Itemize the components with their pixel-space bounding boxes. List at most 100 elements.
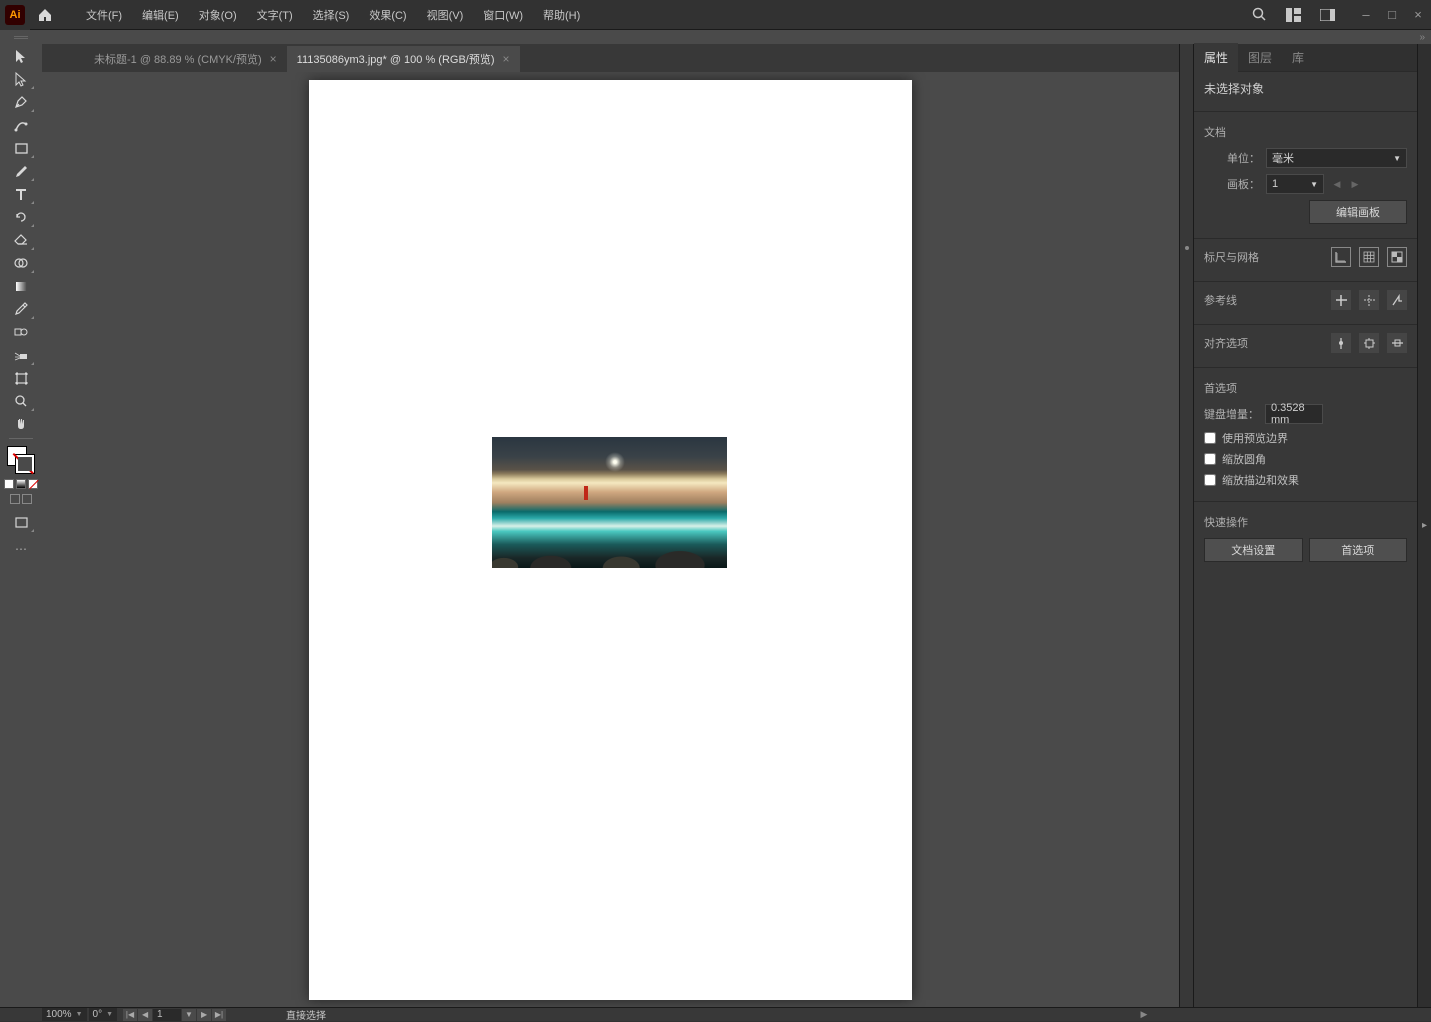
zoom-tool[interactable] [7, 390, 35, 412]
control-bar-expand[interactable]: » [1419, 32, 1425, 43]
preferences-button[interactable]: 首选项 [1309, 538, 1408, 562]
no-selection-section: 未选择对象 [1194, 72, 1417, 112]
shape-builder-tool[interactable] [7, 252, 35, 274]
search-icon[interactable] [1247, 3, 1271, 27]
scroll-right-icon[interactable]: ▶ [1137, 1009, 1151, 1020]
align-label: 对齐选项 [1204, 335, 1248, 351]
first-artboard-button[interactable]: |◀ [123, 1009, 137, 1021]
rectangle-tool[interactable] [7, 137, 35, 159]
blend-tool[interactable] [7, 321, 35, 343]
tools-drag-handle[interactable] [9, 36, 33, 40]
scale-strokes-label[interactable]: 缩放描边和效果 [1222, 472, 1299, 488]
curvature-tool[interactable] [7, 114, 35, 136]
eraser-tool[interactable] [7, 229, 35, 251]
top-bar: Ai 文件(F) 编辑(E) 对象(O) 文字(T) 选择(S) 效果(C) 视… [0, 0, 1431, 30]
chevron-down-icon: ▼ [76, 1011, 83, 1018]
edit-artboards-button[interactable]: 编辑画板 [1309, 200, 1407, 224]
artboard-select[interactable]: 1 ▼ [1266, 174, 1324, 194]
artboard-prev[interactable]: ◀ [1330, 177, 1344, 191]
rotate-select[interactable]: 0° ▼ [89, 1008, 118, 1021]
menu-view[interactable]: 视图(V) [417, 0, 474, 30]
chevron-down-icon: ▼ [106, 1011, 113, 1018]
menu-edit[interactable]: 编辑(E) [132, 0, 189, 30]
next-artboard-button[interactable]: ▶ [197, 1009, 211, 1021]
artboard-tool[interactable] [7, 367, 35, 389]
screen-mode[interactable] [7, 511, 35, 533]
edit-toolbar-icon[interactable]: ⋯ [15, 542, 27, 556]
close-icon[interactable]: × [503, 52, 510, 66]
close-button[interactable]: × [1409, 6, 1427, 24]
menu-window[interactable]: 窗口(W) [473, 0, 533, 30]
draw-behind[interactable] [22, 494, 32, 504]
draw-normal[interactable] [10, 494, 20, 504]
smart-guides-icon[interactable] [1387, 290, 1407, 310]
preferences-section: 首选项 键盘增量： 0.3528 mm 使用预览边界 缩放圆角 缩放描边和效果 [1194, 368, 1417, 502]
right-collapse-rail[interactable]: ▸ [1417, 44, 1431, 1007]
selection-tool[interactable] [7, 45, 35, 67]
preview-bounds-label[interactable]: 使用预览边界 [1222, 430, 1288, 446]
prev-artboard-button[interactable]: ◀ [138, 1009, 152, 1021]
snap-grid-icon[interactable] [1359, 333, 1379, 353]
rotate-tool[interactable] [7, 206, 35, 228]
ruler-icon[interactable] [1331, 247, 1351, 267]
arrange-docs-icon[interactable] [1281, 3, 1305, 27]
guides-visibility-icon[interactable] [1331, 290, 1351, 310]
control-bar: ⋯ » [0, 30, 1431, 44]
menu-object[interactable]: 对象(O) [189, 0, 247, 30]
tab-properties[interactable]: 属性 [1194, 43, 1238, 72]
snap-point-icon[interactable] [1331, 333, 1351, 353]
preview-bounds-checkbox[interactable] [1204, 432, 1216, 444]
doc-tab-2[interactable]: 11135086ym3.jpg* @ 100 % (RGB/预览) × [287, 46, 520, 72]
paintbrush-tool[interactable] [7, 160, 35, 182]
snap-pixel-icon[interactable] [1387, 333, 1407, 353]
chevron-right-icon: ▸ [1422, 520, 1427, 531]
hand-tool[interactable] [7, 413, 35, 435]
tab-layers[interactable]: 图层 [1238, 43, 1282, 72]
keyboard-increment-input[interactable]: 0.3528 mm [1265, 404, 1323, 424]
artboard-number-input[interactable]: 1 [153, 1009, 181, 1021]
zoom-select[interactable]: 100% ▼ [42, 1008, 87, 1021]
gradient-tool[interactable] [7, 275, 35, 297]
menu-help[interactable]: 帮助(H) [533, 0, 590, 30]
document-setup-button[interactable]: 文档设置 [1204, 538, 1303, 562]
pen-tool[interactable] [7, 91, 35, 113]
workspace-icon[interactable] [1315, 3, 1339, 27]
doc-tab-1-label: 未标题-1 @ 88.89 % (CMYK/预览) [94, 51, 262, 67]
guides-lock-icon[interactable] [1359, 290, 1379, 310]
menu-effect[interactable]: 效果(C) [359, 0, 416, 30]
home-icon[interactable] [30, 0, 60, 30]
none-color-mode[interactable] [28, 479, 38, 489]
fill-stroke-wells[interactable] [7, 446, 35, 474]
symbol-sprayer-tool[interactable] [7, 344, 35, 366]
direct-selection-tool[interactable] [7, 68, 35, 90]
menu-select[interactable]: 选择(S) [303, 0, 360, 30]
no-selection-label: 未选择对象 [1204, 80, 1407, 97]
solid-color-mode[interactable] [4, 479, 14, 489]
doc-tab-1[interactable]: 未标题-1 @ 88.89 % (CMYK/预览) × [84, 46, 287, 72]
menu-file[interactable]: 文件(F) [76, 0, 132, 30]
canvas-viewport[interactable] [42, 72, 1179, 1007]
scale-corners-checkbox[interactable] [1204, 453, 1216, 465]
close-icon[interactable]: × [270, 52, 277, 66]
tab-libraries[interactable]: 库 [1282, 43, 1314, 72]
artboard-dropdown-button[interactable]: ▼ [182, 1009, 196, 1021]
menu-type[interactable]: 文字(T) [247, 0, 303, 30]
placed-image[interactable] [492, 437, 727, 568]
tools-panel: ⋯ [0, 30, 42, 1007]
panel-collapse-rail[interactable] [1179, 44, 1193, 1007]
transparency-grid-icon[interactable] [1387, 247, 1407, 267]
artboard [309, 80, 912, 1000]
maximize-button[interactable]: □ [1383, 6, 1401, 24]
unit-select[interactable]: 毫米 ▼ [1266, 148, 1407, 168]
type-tool[interactable] [7, 183, 35, 205]
artboard-next[interactable]: ▶ [1348, 177, 1362, 191]
scale-corners-label[interactable]: 缩放圆角 [1222, 451, 1266, 467]
minimize-button[interactable]: – [1357, 6, 1375, 24]
scale-strokes-checkbox[interactable] [1204, 474, 1216, 486]
gradient-mode[interactable] [16, 479, 26, 489]
last-artboard-button[interactable]: ▶| [212, 1009, 226, 1021]
stroke-color-well[interactable] [15, 454, 35, 474]
grid-icon[interactable] [1359, 247, 1379, 267]
eyedropper-tool[interactable] [7, 298, 35, 320]
color-mode-wells [4, 479, 38, 489]
